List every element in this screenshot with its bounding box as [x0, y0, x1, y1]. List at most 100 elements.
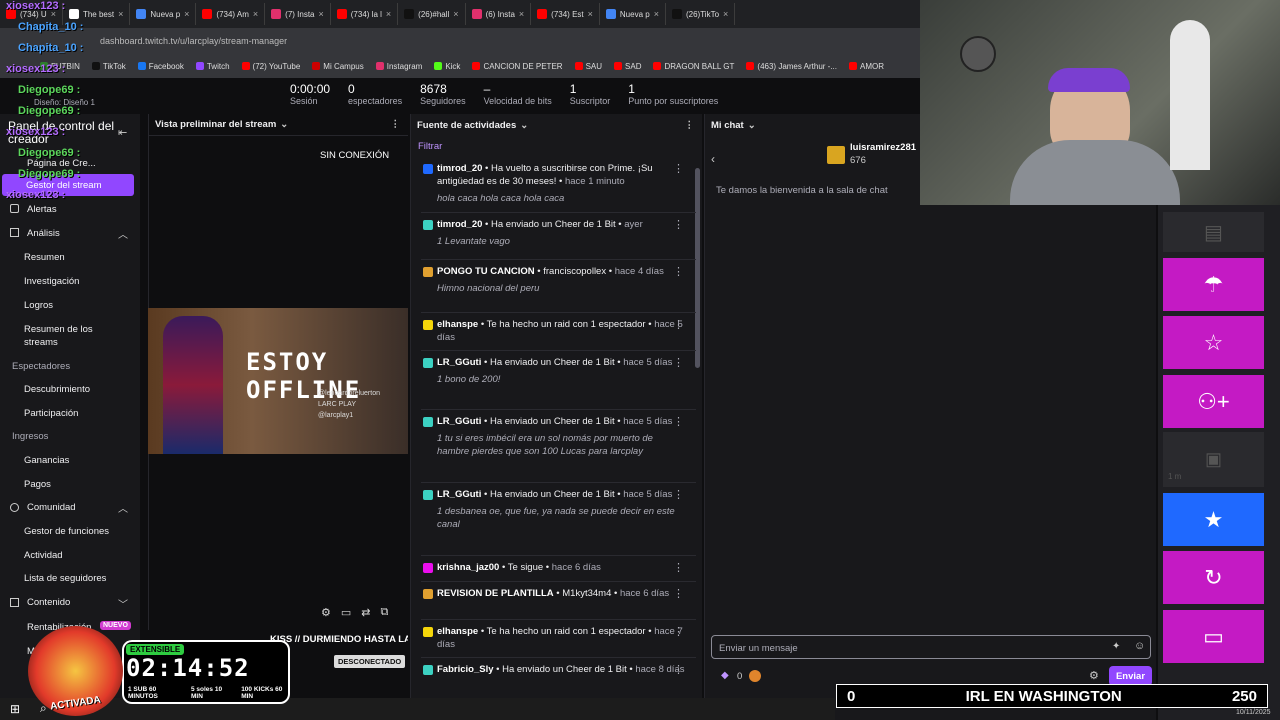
chevron-down-icon[interactable]: ⌄ [280, 119, 288, 130]
bookmark-item[interactable]: AMOR [849, 62, 884, 71]
more-icon[interactable]: ⋮ [673, 663, 684, 676]
close-icon[interactable]: × [453, 9, 458, 19]
activity-item[interactable]: krishna_jaz00 • Te sigue • hace 6 días [437, 561, 687, 574]
activity-item[interactable]: LR_GGuti • Ha enviado un Cheer de 1 Bit … [437, 356, 687, 386]
activity-item[interactable]: timrod_20 • Ha vuelto a suscribirse con … [437, 162, 687, 205]
add-user-action-button[interactable]: ⚇+ [1163, 375, 1264, 428]
bookmark-item[interactable]: (72) YouTube [241, 62, 300, 71]
send-button[interactable]: Enviar [1109, 666, 1152, 686]
more-icon[interactable]: ⋮ [673, 625, 684, 638]
filter-link[interactable]: Filtrar [418, 141, 442, 152]
sidebar-item-contenido[interactable]: Contenido [27, 597, 70, 608]
activity-item[interactable]: LR_GGuti • Ha enviado un Cheer de 1 Bit … [437, 488, 687, 531]
more-icon[interactable]: ⋮ [673, 488, 684, 501]
replay-action-button[interactable]: ↻ [1163, 551, 1264, 604]
bookmark-item[interactable]: Facebook [137, 62, 184, 71]
sidebar-item-comunidad[interactable]: Comunidad [27, 502, 76, 513]
chevron-down-icon[interactable]: ⌄ [520, 120, 528, 131]
welcome-message: Te damos la bienvenida a la sala de chat [716, 185, 888, 196]
sidebar-item-actividad[interactable]: Actividad [24, 550, 63, 561]
chevron-down-icon[interactable]: ⌄ [748, 120, 756, 131]
chevron-down-icon[interactable]: ﹀ [118, 596, 128, 611]
activity-item[interactable]: elhanspe • Te ha hecho un raid con 1 esp… [437, 318, 687, 344]
sidebar-item-resumen[interactable]: Resumen [24, 252, 65, 263]
favorite-action-button[interactable]: ☆ [1163, 316, 1264, 369]
browser-tab[interactable]: (734) la l × [331, 3, 399, 25]
more-icon[interactable]: ⋮ [673, 561, 684, 574]
chevron-up-icon[interactable]: ︿ [118, 500, 128, 515]
more-icon[interactable]: ⋮ [673, 587, 684, 600]
bookmark-item[interactable]: Kick [434, 62, 460, 71]
close-icon[interactable]: × [519, 9, 524, 19]
more-icon[interactable]: ⋮ [673, 265, 684, 278]
fullscreen-icon[interactable]: ⧉ [381, 606, 389, 619]
bookmark-item[interactable]: DRAGON BALL GT [653, 62, 734, 71]
back-icon[interactable]: ‹ [711, 152, 715, 166]
activity-type-icon [423, 164, 433, 174]
bookmark-favicon-icon [241, 62, 250, 70]
more-icon[interactable]: ⋮ [673, 318, 684, 331]
more-icon[interactable]: ⋮ [673, 218, 684, 231]
settings-icon[interactable]: ⚙ [1089, 669, 1099, 682]
activity-item[interactable]: elhanspe • Te ha hecho un raid con 1 esp… [437, 625, 687, 651]
browser-tab[interactable]: (26)TikTo × [666, 3, 736, 25]
bookmark-item[interactable]: Twitch [195, 62, 230, 71]
close-icon[interactable]: × [723, 9, 728, 19]
browser-tab[interactable]: (7) Insta × [265, 3, 331, 25]
more-icon[interactable]: ⋮ [391, 119, 401, 130]
bookmark-item[interactable]: CANCION DE PETER [472, 62, 563, 71]
browser-tab[interactable]: (734) Am × [196, 3, 266, 25]
close-icon[interactable]: × [386, 9, 391, 19]
sidebar-item-analisis[interactable]: Análisis [27, 228, 60, 239]
layout-action-button[interactable]: ▭ [1163, 610, 1264, 663]
sidebar-item-pagos[interactable]: Pagos [24, 479, 51, 490]
chevron-up-icon[interactable]: ︿ [118, 226, 128, 241]
close-icon[interactable]: × [588, 9, 593, 19]
activity-item[interactable]: Fabricio_Sly • Ha enviado un Cheer de 1 … [437, 663, 687, 676]
bits-icon[interactable]: ◆ [721, 670, 729, 681]
bookmark-item[interactable]: Mi Campus [312, 62, 364, 71]
theater-icon[interactable]: ▭ [341, 606, 351, 619]
scrollbar[interactable] [695, 168, 700, 368]
browser-tab[interactable]: (26)#hall × [398, 3, 466, 25]
sparkle-icon[interactable]: ✦ [1112, 641, 1120, 652]
shield-action-button[interactable]: ☂ [1163, 258, 1264, 311]
sidebar-item-seguidores[interactable]: Lista de seguidores [24, 573, 106, 584]
more-icon[interactable]: ⋮ [685, 120, 695, 131]
sidebar-item-resumen-streams[interactable]: Resumen de los streams [24, 323, 114, 349]
sidebar-item-participacion[interactable]: Participación [24, 408, 78, 419]
activity-item[interactable]: LR_GGuti • Ha enviado un Cheer de 1 Bit … [437, 415, 687, 458]
bookmark-item[interactable]: Instagram [375, 62, 422, 71]
windows-icon[interactable]: ⊞ [10, 702, 20, 716]
more-icon[interactable]: ⋮ [673, 162, 684, 175]
sidebar-item-ganancias[interactable]: Ganancias [24, 455, 69, 466]
bookmark-item[interactable]: SAU [574, 62, 602, 71]
browser-tab[interactable]: (734) Est × [531, 3, 600, 25]
close-icon[interactable]: × [184, 9, 189, 19]
highlight-action-button[interactable]: ★ [1163, 493, 1264, 546]
activity-item[interactable]: PONGO TU CANCION • franciscopollex • hac… [437, 265, 687, 295]
close-icon[interactable]: × [253, 9, 258, 19]
close-icon[interactable]: × [654, 9, 659, 19]
chat-input[interactable]: Enviar un mensaje ✦ ☺ [711, 635, 1151, 659]
sidebar-item-descubrimiento[interactable]: Descubrimiento [24, 384, 90, 395]
clip-icon[interactable]: ▤ [1163, 212, 1264, 252]
bookmark-item[interactable]: SAD [614, 62, 641, 71]
activity-item[interactable]: timrod_20 • Ha enviado un Cheer de 1 Bit… [437, 218, 687, 248]
more-icon[interactable]: ⋮ [673, 356, 684, 369]
sidebar-item-logros[interactable]: Logros [24, 300, 53, 311]
settings-icon[interactable]: ⚙ [321, 606, 331, 619]
more-icon[interactable]: ⋮ [673, 415, 684, 428]
popout-icon[interactable]: ⇄ [361, 606, 370, 619]
sidebar-item-investigacion[interactable]: Investigación [24, 276, 79, 287]
address-bar[interactable]: dashboard.twitch.tv/u/larcplay/stream-ma… [0, 28, 920, 54]
close-icon[interactable]: × [319, 9, 324, 19]
browser-tab[interactable]: Nueva p × [600, 3, 666, 25]
emote-icon[interactable]: ☺ [1134, 640, 1145, 652]
channel-points-icon[interactable] [749, 670, 761, 682]
bookmark-item[interactable]: (463) James Arthur -... [746, 62, 837, 71]
browser-tab[interactable]: Nueva p × [130, 3, 197, 25]
activity-item[interactable]: REVISION DE PLANTILLA • M1kyt34m4 • hace… [437, 587, 687, 600]
sidebar-item-gestor-funciones[interactable]: Gestor de funciones [24, 526, 109, 537]
browser-tab[interactable]: (6) Insta × [466, 3, 532, 25]
